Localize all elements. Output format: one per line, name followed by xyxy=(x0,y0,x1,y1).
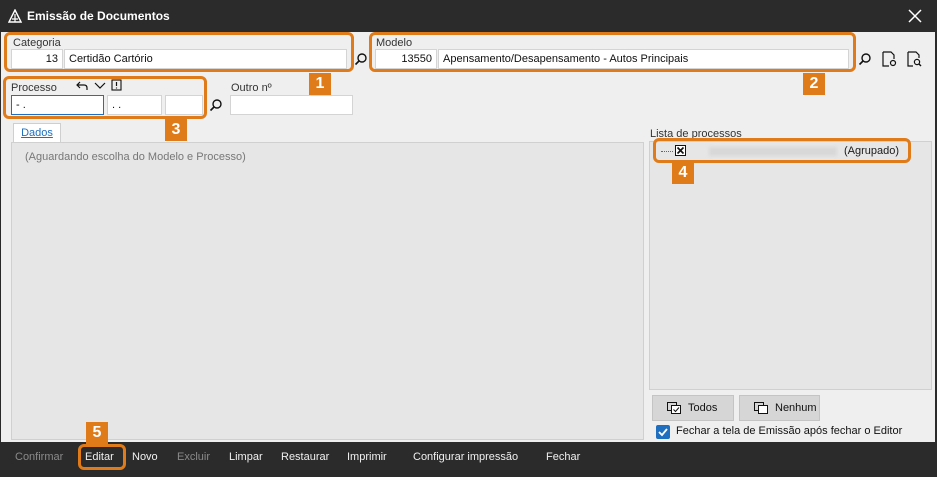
todos-button[interactable]: Todos xyxy=(652,395,734,421)
highlight-editar xyxy=(78,444,126,470)
configurar-impressao-button[interactable]: Configurar impressão xyxy=(413,451,518,463)
search-icon[interactable] xyxy=(354,52,368,66)
fechar-button[interactable]: Fechar xyxy=(546,451,580,463)
highlight-lista-item xyxy=(653,138,911,163)
badge-4: 4 xyxy=(672,162,694,184)
badge-3: 3 xyxy=(165,119,187,141)
search-icon[interactable] xyxy=(858,52,872,66)
window-title: Emissão de Documentos xyxy=(27,9,170,23)
checkmark-icon xyxy=(658,428,668,437)
highlight-modelo xyxy=(369,32,856,72)
emissao-window: Emissão de Documentos Categoria 13 Certi… xyxy=(0,0,937,477)
select-none-icon xyxy=(754,402,768,414)
novo-button[interactable]: Novo xyxy=(132,451,158,463)
fechar-tela-label[interactable]: Fechar a tela de Emissão após fechar o E… xyxy=(676,425,902,437)
excluir-button[interactable]: Excluir xyxy=(177,451,210,463)
dados-panel xyxy=(11,142,644,440)
todos-label: Todos xyxy=(688,402,718,414)
outro-label: Outro nº xyxy=(231,82,272,94)
restaurar-button[interactable]: Restaurar xyxy=(281,451,329,463)
app-logo-icon xyxy=(8,9,22,23)
close-icon[interactable] xyxy=(907,8,923,24)
search-icon[interactable] xyxy=(209,98,223,112)
dialog-body: Categoria 13 Certidão Cartório 1 Modelo … xyxy=(1,32,935,442)
nenhum-button[interactable]: Nenhum xyxy=(739,395,820,421)
tab-dados[interactable]: Dados xyxy=(13,123,61,142)
highlight-categoria xyxy=(4,32,354,72)
nenhum-label: Nenhum xyxy=(775,402,817,414)
bottom-toolbar: Confirmar Editar Novo Excluir Limpar Res… xyxy=(8,444,930,470)
confirmar-button[interactable]: Confirmar xyxy=(15,451,63,463)
select-all-icon xyxy=(667,402,681,414)
badge-1: 1 xyxy=(309,73,331,95)
limpar-button[interactable]: Limpar xyxy=(229,451,263,463)
badge-2: 2 xyxy=(803,73,825,95)
outro-field[interactable] xyxy=(230,95,353,115)
fechar-tela-checkbox[interactable] xyxy=(656,425,670,439)
badge-5: 5 xyxy=(86,422,108,444)
document-search-icon[interactable] xyxy=(905,50,923,68)
title-bar: Emissão de Documentos xyxy=(0,0,937,32)
document-gear-icon[interactable] xyxy=(880,50,898,68)
dados-hint: (Aguardando escolha do Modelo e Processo… xyxy=(25,151,246,163)
highlight-processo xyxy=(3,76,207,119)
imprimir-button[interactable]: Imprimir xyxy=(347,451,387,463)
